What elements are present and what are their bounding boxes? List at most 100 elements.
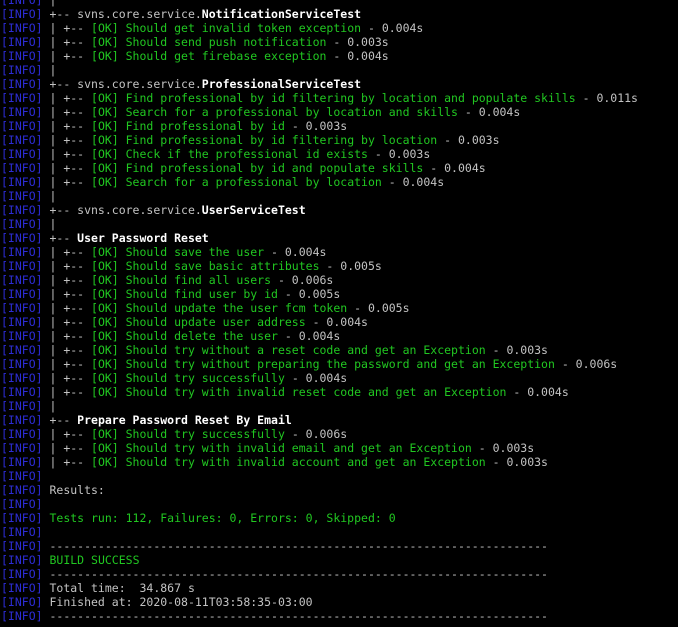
log-line: [INFO] | +-- [OK] Should save basic attr… (1, 259, 678, 273)
log-line: [INFO] +-- svns.core.service.Notificatio… (1, 7, 678, 21)
log-text: | +-- (43, 287, 91, 301)
log-level-info: [INFO] (1, 539, 43, 553)
log-level-info: [INFO] (1, 609, 43, 623)
log-text-success: Tests run: 112, Failures: 0, Errors: 0, … (43, 511, 396, 525)
log-text-success: [OK] Should try with invalid reset code … (91, 385, 506, 399)
log-text: - 0.004s (506, 385, 568, 399)
log-text: | +-- (43, 35, 91, 49)
log-text: | +-- (43, 441, 91, 455)
log-level-info: [INFO] (1, 7, 43, 21)
log-text: | +-- (43, 133, 91, 147)
log-line: [INFO] | +-- [OK] Find professional by i… (1, 161, 678, 175)
log-text-emphasis: User Password Reset (77, 231, 209, 245)
log-text-emphasis: UserServiceTest (202, 203, 306, 217)
log-line: [INFO] Results: (1, 483, 678, 497)
log-text-emphasis: ProfessionalServiceTest (202, 77, 361, 91)
log-level-info: [INFO] (1, 133, 43, 147)
log-text: | +-- (43, 49, 91, 63)
log-text: - 0.003s (486, 343, 548, 357)
log-text-success: [OK] Should get invalid token exception (91, 21, 361, 35)
log-level-info: [INFO] (1, 385, 43, 399)
log-line: [INFO] | +-- [OK] Should try without pre… (1, 357, 678, 371)
log-line: [INFO] | +-- [OK] Should delete the user… (1, 329, 678, 343)
log-level-info: [INFO] (1, 413, 43, 427)
log-level-info: [INFO] (1, 147, 43, 161)
log-text: - 0.004s (278, 329, 340, 343)
log-text: | +-- (43, 119, 91, 133)
log-line: [INFO] +-- User Password Reset (1, 231, 678, 245)
log-level-info: [INFO] (1, 119, 43, 133)
log-text: | +-- (43, 385, 91, 399)
log-line: [INFO] | +-- [OK] Search for a professio… (1, 175, 678, 189)
log-level-info: [INFO] (1, 357, 43, 371)
log-text: - 0.003s (368, 147, 430, 161)
log-level-info: [INFO] (1, 35, 43, 49)
log-text: - 0.003s (326, 35, 388, 49)
log-text: - 0.004s (285, 371, 347, 385)
log-text-success: [OK] Should update the user fcm token (91, 301, 347, 315)
log-level-info: [INFO] (1, 287, 43, 301)
log-text: - 0.003s (437, 133, 499, 147)
log-text-success: [OK] Search for a professional by locati… (91, 105, 458, 119)
log-text-emphasis: Prepare Password Reset By Email (77, 413, 292, 427)
log-line: [INFO] | (1, 0, 678, 7)
log-text: | +-- (43, 371, 91, 385)
log-line: [INFO] | +-- [OK] Should find all users … (1, 273, 678, 287)
log-line: [INFO] | +-- [OK] Should update user add… (1, 315, 678, 329)
log-text: | +-- (43, 455, 91, 469)
log-line: [INFO] Finished at: 2020-08-11T03:58:35-… (1, 595, 678, 609)
log-level-info: [INFO] (1, 469, 43, 483)
log-line: [INFO] | +-- [OK] Should try with invali… (1, 441, 678, 455)
log-text: | +-- (43, 259, 91, 273)
log-text-success: [OK] Find professional by id and populat… (91, 161, 423, 175)
log-text-success: [OK] Should find user by id (91, 287, 278, 301)
log-level-info: [INFO] (1, 0, 43, 7)
log-level-info: [INFO] (1, 329, 43, 343)
log-text-success: [OK] Should send push notification (91, 35, 326, 49)
log-text: - 0.004s (423, 161, 485, 175)
log-text: | +-- (43, 175, 91, 189)
log-text: | (43, 217, 57, 231)
log-text: | (43, 0, 57, 7)
log-text: - 0.005s (278, 287, 340, 301)
log-line: [INFO] | +-- [OK] Should try successfull… (1, 371, 678, 385)
log-line: [INFO] (1, 525, 678, 539)
log-text: | +-- (43, 343, 91, 357)
log-line: [INFO] | +-- [OK] Find professional by i… (1, 119, 678, 133)
log-text-success: [OK] Should delete the user (91, 329, 278, 343)
log-level-info: [INFO] (1, 483, 43, 497)
log-line: [INFO] ---------------------------------… (1, 539, 678, 553)
log-text: - 0.011s (576, 91, 638, 105)
log-level-info: [INFO] (1, 91, 43, 105)
log-line: [INFO] | (1, 217, 678, 231)
log-text: | +-- (43, 273, 91, 287)
log-text: | +-- (43, 427, 91, 441)
terminal-output[interactable]: [INFO] |[INFO] +-- svns.core.service.Not… (1, 0, 678, 623)
log-text-success: BUILD SUCCESS (49, 553, 139, 567)
log-level-info: [INFO] (1, 553, 43, 567)
log-level-info: [INFO] (1, 315, 43, 329)
log-text-success: [OK] Should get firebase exception (91, 49, 326, 63)
log-level-info: [INFO] (1, 77, 43, 91)
log-text-success: [OK] Search for a professional by locati… (91, 175, 382, 189)
log-text-success: [OK] Should find all users (91, 273, 271, 287)
log-level-info: [INFO] (1, 399, 43, 413)
log-level-info: [INFO] (1, 497, 43, 511)
log-line: [INFO] (1, 469, 678, 483)
log-text: - 0.004s (458, 105, 520, 119)
log-text: ----------------------------------------… (43, 567, 548, 581)
log-line: [INFO] BUILD SUCCESS (1, 553, 678, 567)
log-level-info: [INFO] (1, 231, 43, 245)
log-text: | +-- (43, 147, 91, 161)
log-text: +-- (43, 231, 78, 245)
log-line: [INFO] | +-- [OK] Should try with invali… (1, 455, 678, 469)
log-text-success: [OK] Find professional by id (91, 119, 285, 133)
log-text: | +-- (43, 21, 91, 35)
log-line: [INFO] ---------------------------------… (1, 609, 678, 623)
log-line: [INFO] ---------------------------------… (1, 567, 678, 581)
log-text: +-- svns.core.service. (43, 77, 202, 91)
log-level-info: [INFO] (1, 301, 43, 315)
log-text: - 0.004s (382, 175, 444, 189)
log-text: - 0.003s (285, 119, 347, 133)
log-text: | +-- (43, 161, 91, 175)
